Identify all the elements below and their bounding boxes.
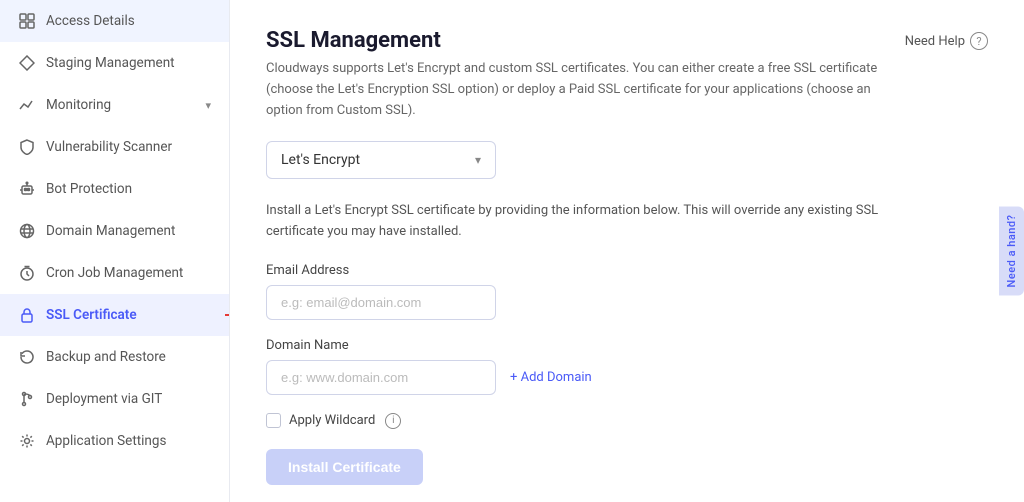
sidebar-item-label: Deployment via GIT [46, 391, 162, 407]
restore-icon [18, 348, 36, 366]
grid-icon [18, 12, 36, 30]
wildcard-checkbox[interactable] [266, 413, 281, 428]
sidebar-item-label: Cron Job Management [46, 265, 183, 281]
sidebar-item-label: SSL Certificate [46, 307, 137, 323]
help-circle-icon: ? [970, 32, 988, 50]
chart-icon [18, 96, 36, 114]
add-domain-link[interactable]: + Add Domain [510, 370, 592, 385]
wildcard-label: Apply Wildcard [289, 413, 375, 428]
gear-icon [18, 432, 36, 450]
sidebar-item-label: Access Details [46, 13, 135, 29]
sidebar-item-application-settings[interactable]: Application Settings [0, 420, 229, 462]
dropdown-selected-value: Let's Encrypt [281, 152, 360, 168]
sidebar-item-label: Application Settings [46, 433, 166, 449]
email-input[interactable] [266, 285, 496, 320]
sidebar-item-deployment-via-git[interactable]: Deployment via GIT [0, 378, 229, 420]
ssl-type-dropdown-wrapper: Let's Encrypt ▾ [266, 141, 988, 179]
diamond-icon [18, 54, 36, 72]
chevron-down-icon: ▾ [205, 99, 211, 112]
sidebar-item-label: Monitoring [46, 97, 111, 113]
sidebar-item-label: Backup and Restore [46, 349, 166, 365]
description-text: Cloudways supports Let's Encrypt and cus… [266, 59, 906, 121]
need-help-link[interactable]: Need Help ? [905, 32, 988, 50]
sidebar-item-access-details[interactable]: Access Details [0, 0, 229, 42]
page-header: SSL Management Need Help ? [266, 28, 988, 53]
clock-icon [18, 264, 36, 282]
sidebar-item-label: Staging Management [46, 55, 175, 71]
ssl-type-dropdown[interactable]: Let's Encrypt ▾ [266, 141, 496, 179]
chevron-down-icon: ▾ [475, 153, 481, 167]
sidebar-item-monitoring[interactable]: Monitoring ▾ [0, 84, 229, 126]
install-certificate-button[interactable]: Install Certificate [266, 449, 423, 485]
main-content: SSL Management Need Help ? Cloudways sup… [230, 0, 1024, 502]
lock-icon [18, 306, 36, 324]
sidebar-item-label: Bot Protection [46, 181, 132, 197]
install-notice-text: Install a Let's Encrypt SSL certificate … [266, 201, 906, 243]
shield-icon [18, 138, 36, 156]
email-label: Email Address [266, 263, 988, 278]
sidebar-item-backup-and-restore[interactable]: Backup and Restore [0, 336, 229, 378]
need-a-hand-tab[interactable]: Need a hand? [999, 207, 1024, 296]
git-icon [18, 390, 36, 408]
domain-row: + Add Domain [266, 360, 988, 395]
sidebar-item-label: Domain Management [46, 223, 175, 239]
sidebar-item-label: Vulnerability Scanner [46, 139, 172, 155]
need-help-label: Need Help [905, 34, 965, 49]
domain-label: Domain Name [266, 338, 988, 353]
sidebar-item-cron-job-management[interactable]: Cron Job Management [0, 252, 229, 294]
domain-form-group: Domain Name + Add Domain [266, 338, 988, 395]
globe-icon [18, 222, 36, 240]
info-icon[interactable]: i [385, 413, 401, 429]
sidebar-item-domain-management[interactable]: Domain Management [0, 210, 229, 252]
sidebar-item-ssl-certificate[interactable]: SSL Certificate [0, 294, 229, 336]
email-form-group: Email Address [266, 263, 988, 320]
page-title: SSL Management [266, 28, 441, 53]
robot-icon [18, 180, 36, 198]
sidebar-item-vulnerability-scanner[interactable]: Vulnerability Scanner [0, 126, 229, 168]
wildcard-row: Apply Wildcard i [266, 413, 988, 429]
sidebar-item-bot-protection[interactable]: Bot Protection [0, 168, 229, 210]
sidebar-item-staging-management[interactable]: Staging Management [0, 42, 229, 84]
side-tab-wrapper: Need a hand? [999, 207, 1024, 296]
domain-input[interactable] [266, 360, 496, 395]
sidebar: Access Details Staging Management Monito… [0, 0, 230, 502]
